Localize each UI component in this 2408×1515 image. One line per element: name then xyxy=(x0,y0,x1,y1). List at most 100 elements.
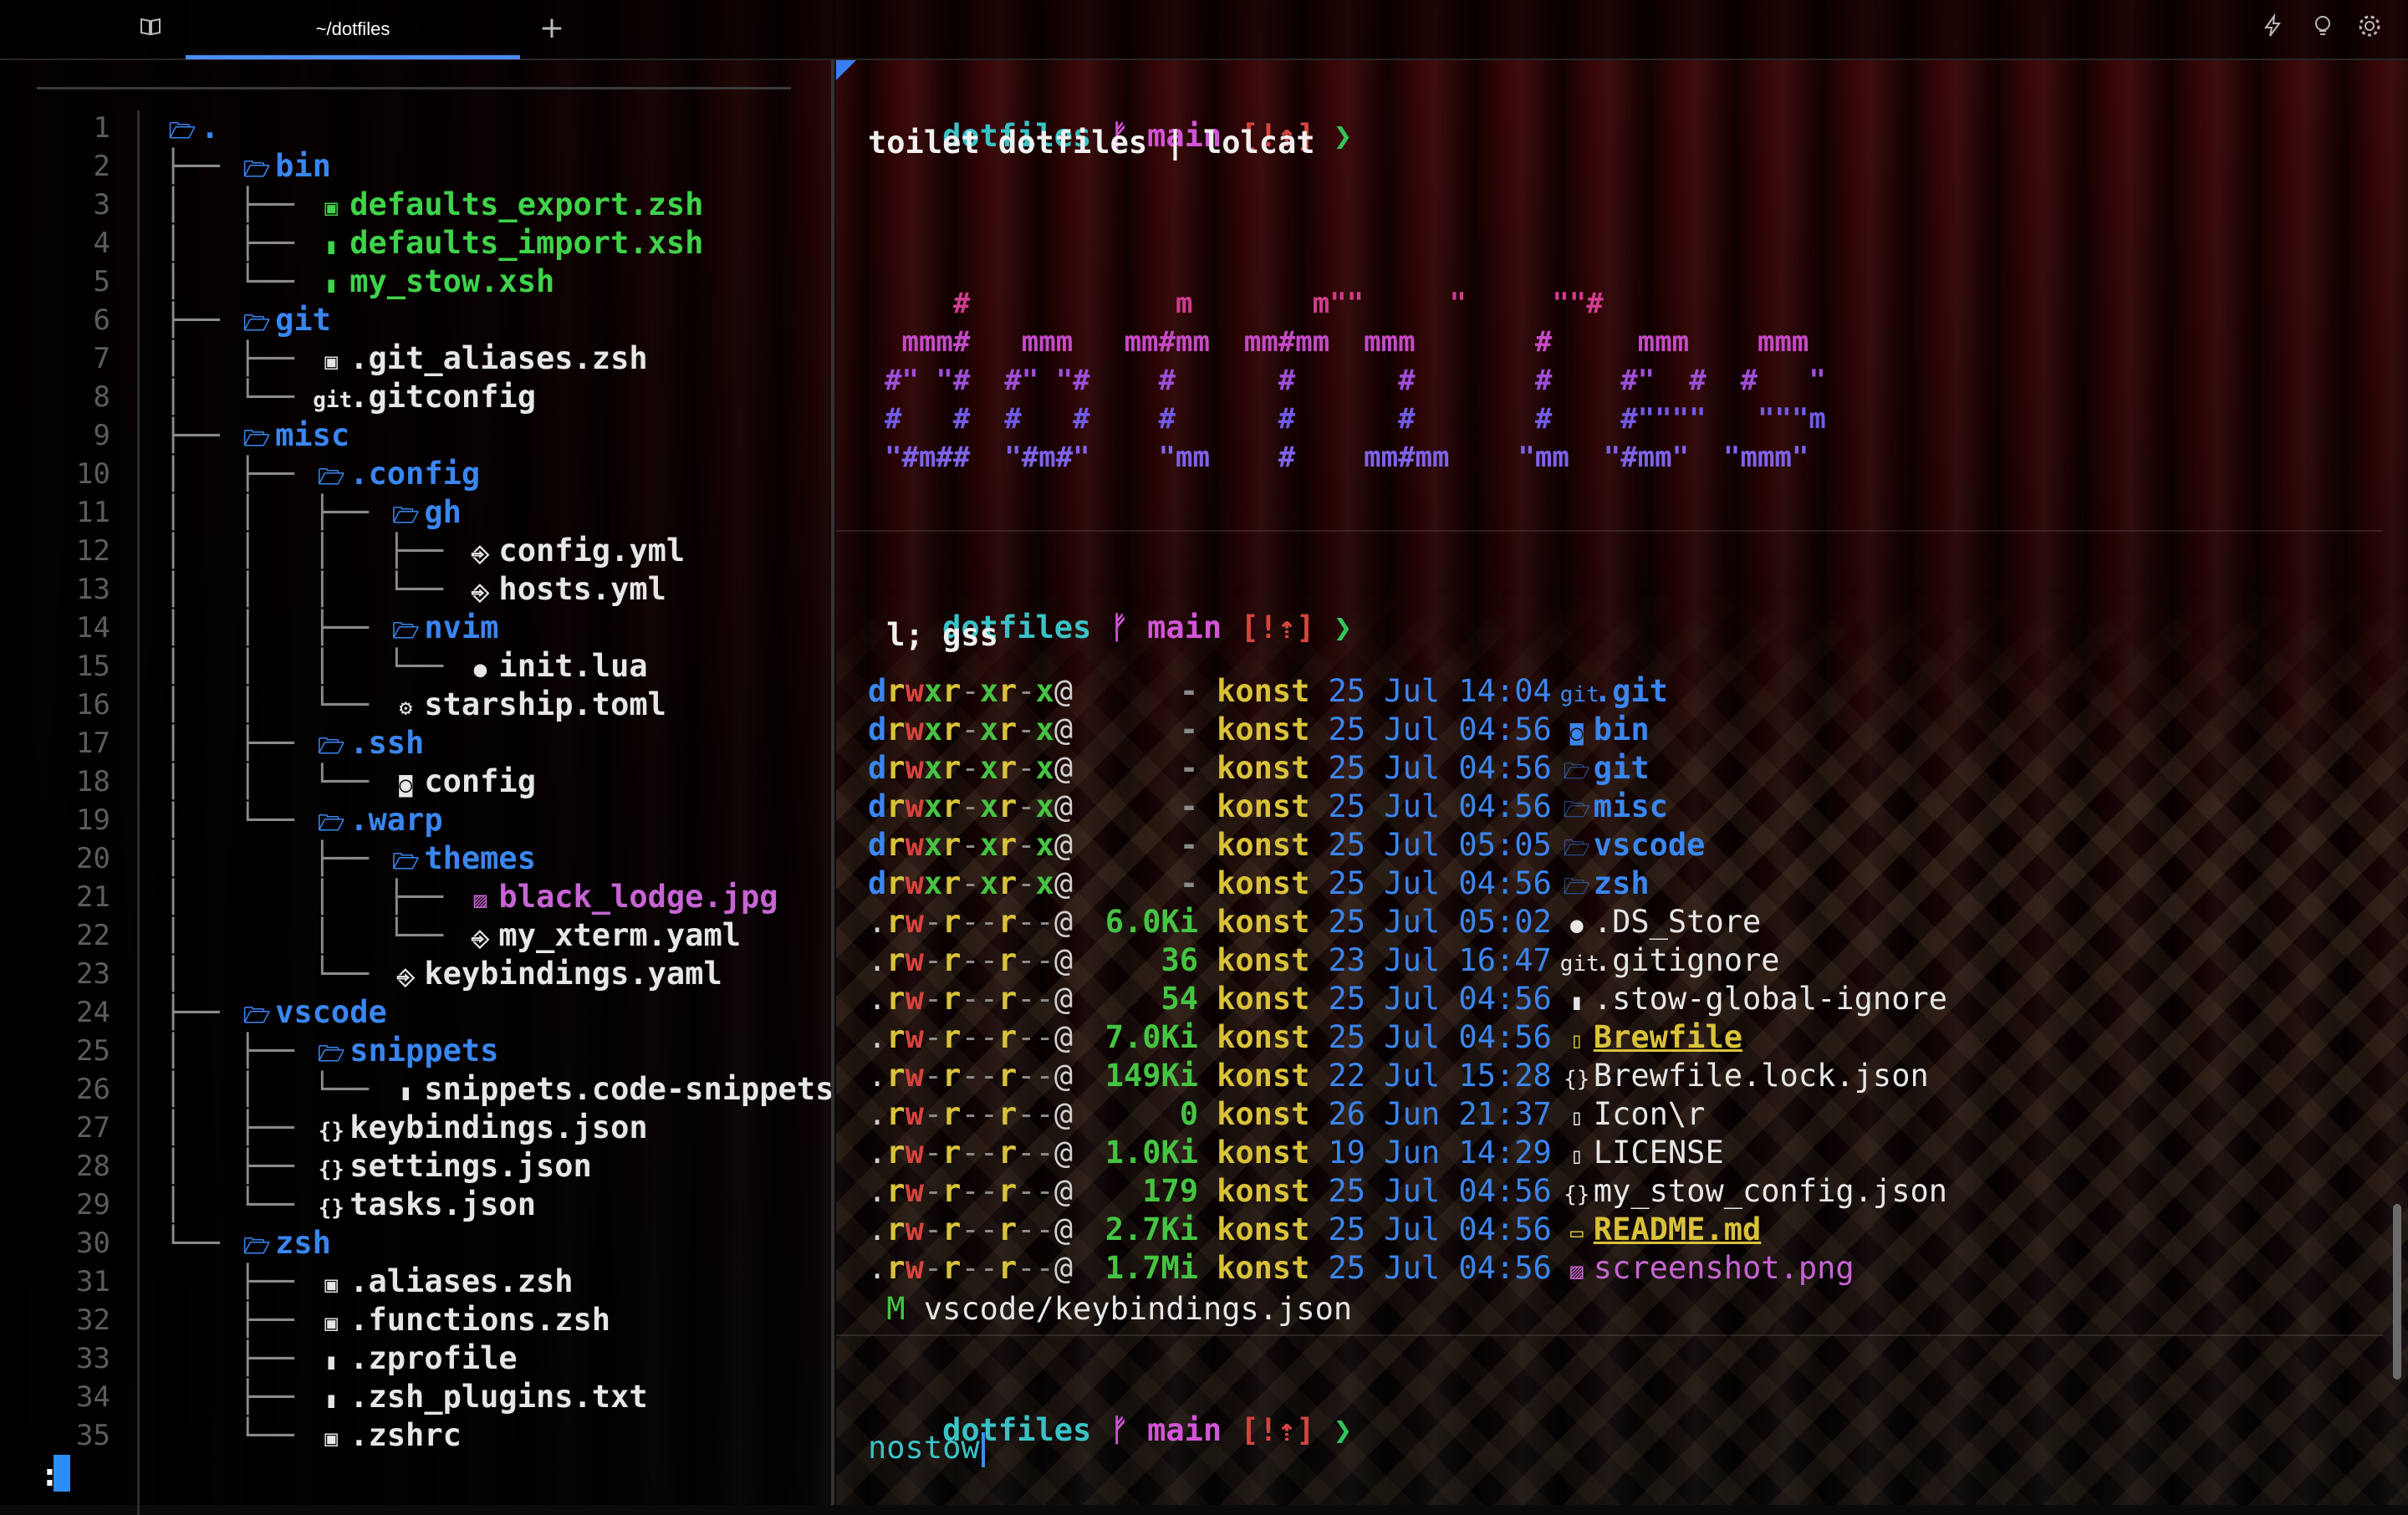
ls-owner: konst xyxy=(1217,788,1310,824)
tree-item[interactable]: │ │ ├── 🗁 nvim xyxy=(164,609,498,647)
ls-permissions: .rw-r--r--@ xyxy=(868,1058,1074,1094)
pane-divider[interactable] xyxy=(831,60,834,1505)
ls-owner: konst xyxy=(1217,981,1310,1017)
divider xyxy=(37,87,791,89)
tree-item[interactable]: │ ├── 🗁 snippets xyxy=(164,1032,498,1070)
terminal-pane[interactable]: dotfiles ᚠ main [!⇡] ❯ toilet dotfiles |… xyxy=(836,60,2408,1505)
file-tree-pane[interactable]: 1 🗁. 2 ├── 🗁 bin 3 │ ├── ▣ defaults_export.zsh 4… xyxy=(0,60,834,1515)
scrollbar[interactable] xyxy=(2393,1204,2401,1380)
ls-size: - xyxy=(1179,750,1199,786)
book-icon[interactable] xyxy=(135,13,166,43)
tree-item-name: themes xyxy=(424,840,536,876)
new-tab-button[interactable]: + xyxy=(537,13,567,43)
text-caret xyxy=(981,1431,985,1467)
ls-date: 25 Jul 04:56 xyxy=(1328,750,1552,786)
tree-branch-lines: │ │ └── xyxy=(164,763,388,799)
tree-item[interactable]: │ ├── 🗁 themes xyxy=(164,839,536,878)
tree-item[interactable]: │ │ │ ├── ⎆ config.yml xyxy=(164,532,685,570)
tree-item[interactable]: │ ├── ▮ defaults_import.xsh xyxy=(164,224,703,263)
gear-icon[interactable] xyxy=(2354,13,2385,43)
tree-item[interactable]: ├── ▣ .aliases.zsh xyxy=(164,1262,573,1301)
tree-item[interactable]: │ ├── {} keybindings.json xyxy=(164,1109,648,1147)
file-icon: ▭ xyxy=(1569,1221,1584,1246)
tree-item-name: nvim xyxy=(424,610,499,645)
tree-item[interactable]: │ │ ├── 🗁 gh xyxy=(164,493,462,532)
tab-bar: ~/dotfiles + xyxy=(0,0,2408,60)
tree-item[interactable]: │ └── git.gitconfig xyxy=(164,378,536,416)
tree-item[interactable]: ├── 🗁 misc xyxy=(164,416,349,455)
tree-item[interactable]: │ │ │ └── ⎆ hosts.yml xyxy=(164,570,666,609)
ls-row: drwxr-xr-x@ - konst 25 Jul 04:56 ◙ bin xyxy=(868,711,1650,752)
folder-icon: 🗁 xyxy=(242,1003,271,1028)
command-input[interactable]: nostow xyxy=(868,1429,985,1467)
ls-date: 25 Jul 04:56 xyxy=(1328,981,1552,1017)
ls-row: .rw-r--r--@ 2.7Ki konst 25 Jul 04:56 ▭ README… xyxy=(868,1211,1761,1252)
block-separator xyxy=(836,1334,2383,1336)
file-icon: {} xyxy=(1564,1067,1590,1092)
tree-item[interactable]: ├── ▮ .zprofile xyxy=(164,1339,518,1378)
file-icon: ▣ xyxy=(324,1311,339,1336)
tree-item[interactable]: ├── ▮ .zsh_plugins.txt xyxy=(164,1378,648,1416)
ls-date: 19 Jun 14:29 xyxy=(1328,1135,1552,1171)
ls-owner: konst xyxy=(1217,1173,1310,1209)
ls-date: 25 Jul 04:56 xyxy=(1328,1019,1552,1055)
tree-item[interactable]: └── 🗁 zsh xyxy=(164,1224,331,1262)
tree-item[interactable]: │ └── ⎆ keybindings.yaml xyxy=(164,955,722,993)
line-number: 11 xyxy=(76,496,110,529)
lightbulb-icon[interactable] xyxy=(2308,13,2338,43)
tree-item[interactable]: │ └── ▮ my_stow.xsh xyxy=(164,263,554,301)
tab-dotfiles[interactable]: ~/dotfiles xyxy=(186,0,520,59)
ls-size: - xyxy=(1179,712,1199,747)
tree-item-name: black_lodge.jpg xyxy=(498,879,778,915)
tree-item[interactable]: │ ├── ▣ .git_aliases.zsh xyxy=(164,339,648,378)
tree-item[interactable]: │ └── {} tasks.json xyxy=(164,1186,536,1224)
lightning-icon[interactable] xyxy=(2258,13,2288,43)
tree-branch-lines: │ └── xyxy=(164,379,314,415)
line-number: 32 xyxy=(76,1303,110,1337)
tree-item[interactable]: │ │ └── ▮ snippets.code-snippets xyxy=(164,1070,834,1109)
tree-item[interactable]: ├── ▣ .functions.zsh xyxy=(164,1301,610,1339)
tree-item-name: .ssh xyxy=(349,725,425,761)
prompt-arrow: ❯ xyxy=(1333,1412,1353,1448)
tree-item[interactable]: │ ├── 🗁 .ssh xyxy=(164,724,424,763)
ls-filename: Icon\r xyxy=(1593,1096,1706,1132)
tree-branch-lines: ├── xyxy=(164,1263,314,1299)
tree-branch-lines: │ ├── xyxy=(164,840,388,876)
ls-permissions: .rw-r--r--@ xyxy=(868,1019,1074,1055)
tree-item[interactable]: ├── 🗁 bin xyxy=(164,147,331,186)
tree-item[interactable]: └── ▣ .zshrc xyxy=(164,1416,462,1455)
file-icon: {} xyxy=(318,1157,344,1182)
ls-row: .rw-r--r--@ 1.7Mi konst 25 Jul 04:56 ▨ screen… xyxy=(868,1249,1854,1291)
line-number: 28 xyxy=(76,1150,110,1183)
folder-icon: 🗁 xyxy=(1563,836,1590,861)
tree-item[interactable]: │ │ └── ⎆ my_xterm.yaml xyxy=(164,916,741,955)
line-number: 23 xyxy=(76,957,110,991)
ls-permissions: drwxr-xr-x@ xyxy=(868,865,1074,901)
tree-item[interactable]: 🗁. xyxy=(164,109,219,147)
tree-item[interactable]: │ │ ├── ▨ black_lodge.jpg xyxy=(164,878,778,916)
ls-size: - xyxy=(1179,673,1199,709)
tree-item-name: my_stow.xsh xyxy=(349,263,555,299)
command-input-value[interactable]: nostow xyxy=(868,1430,980,1466)
tree-item[interactable]: │ ├── 🗁 .config xyxy=(164,455,480,493)
ascii-art-line: # # # # # # # # #"""" """m xyxy=(885,402,1826,436)
git-modified-path: vscode/keybindings.json xyxy=(923,1291,1353,1327)
tree-item[interactable]: │ ├── {} settings.json xyxy=(164,1147,592,1186)
prompt-branch: main xyxy=(1147,1412,1222,1448)
tree-item[interactable]: │ │ └── ◙ config xyxy=(164,763,536,801)
tree-branch-lines: ├── xyxy=(164,1379,314,1415)
tree-branch-lines: ├── xyxy=(164,148,239,184)
ls-date: 26 Jun 21:37 xyxy=(1328,1096,1552,1132)
tree-item[interactable]: │ │ └── ⚙ starship.toml xyxy=(164,686,666,724)
ls-row: .rw-r--r--@ 149Ki konst 22 Jul 15:28 {} Brewf… xyxy=(868,1057,1929,1099)
tree-item[interactable]: │ └── 🗁 .warp xyxy=(164,801,443,839)
file-icon: ▮ xyxy=(324,1349,339,1375)
line-number: 6 xyxy=(93,304,110,337)
file-icon: ▣ xyxy=(324,1426,339,1451)
ascii-art-line: "#m## "#m#" "mm # mm#mm "mm "#mm" "mmm" xyxy=(885,441,1809,474)
tree-item[interactable]: ├── 🗁 vscode xyxy=(164,993,387,1032)
tree-item[interactable]: ├── 🗁 git xyxy=(164,301,331,339)
tree-item[interactable]: │ ├── ▣ defaults_export.zsh xyxy=(164,186,703,224)
file-icon: ▣ xyxy=(324,349,339,375)
tree-item[interactable]: │ │ │ └── ● init.lua xyxy=(164,647,648,686)
